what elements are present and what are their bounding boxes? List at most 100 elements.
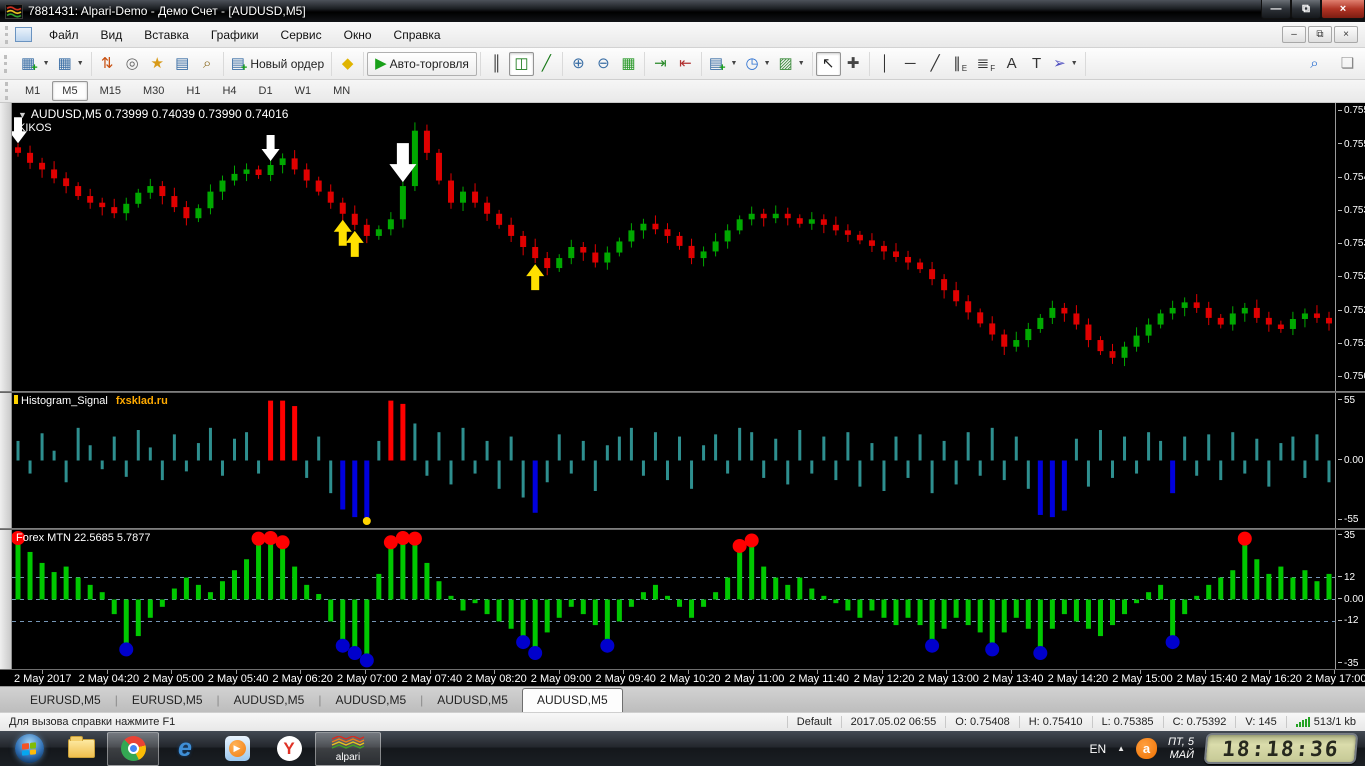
restore-button[interactable]: ⧉	[1291, 0, 1321, 19]
menu-Вставка[interactable]: Вставка	[133, 23, 200, 47]
media-player-icon: ▶	[225, 736, 250, 761]
close-button[interactable]: ×	[1321, 0, 1365, 19]
tile-windows-button[interactable]: ▦	[616, 52, 641, 76]
chart-tab-5[interactable]: AUDUSD,M5	[522, 688, 623, 712]
candlestick-chart-button[interactable]: ◫	[509, 52, 534, 76]
chevron-down-icon: ▼	[764, 60, 771, 67]
taskbar-yandex[interactable]: Y	[263, 732, 315, 766]
timeframe-D1[interactable]: D1	[249, 81, 283, 101]
trendline-button[interactable]: ╱	[923, 52, 948, 76]
chart-tab-0[interactable]: EURUSD,M5	[16, 689, 115, 712]
chart-shift-button[interactable]: ⇤	[673, 52, 698, 76]
tray-expand-icon[interactable]: ▲	[1117, 744, 1125, 753]
arrows-tool-button[interactable]: ➢▼	[1049, 52, 1082, 76]
child-close-button[interactable]: ×	[1334, 26, 1358, 43]
cursor-button[interactable]: ↖	[816, 52, 841, 76]
play-icon: ▶	[229, 740, 246, 757]
new-chart-button[interactable]: ▦+▼	[17, 52, 54, 76]
toolbar-drag-handle[interactable]	[4, 55, 9, 73]
timeframe-W1[interactable]: W1	[285, 81, 322, 101]
market-watch-button[interactable]: ⇅	[95, 52, 120, 76]
chart-tab-4[interactable]: AUDUSD,M5	[423, 689, 522, 712]
crosshair-button[interactable]: ✚	[841, 52, 866, 76]
panel-splitter[interactable]	[0, 391, 1365, 393]
histogram-signal-label: Histogram_Signalfxsklad.ru	[14, 395, 168, 407]
minimize-button[interactable]: —	[1261, 0, 1291, 19]
histogram-signal-panel: Histogram_Signalfxsklad.ru	[12, 393, 1335, 528]
timeframe-H1[interactable]: H1	[176, 81, 210, 101]
timeframe-M5[interactable]: M5	[52, 81, 87, 101]
horizontal-line-button[interactable]: ─	[898, 52, 923, 76]
autotrade-button[interactable]: ▶Авто-торговля	[367, 52, 477, 76]
taskbar-wmp[interactable]: ▶	[211, 732, 263, 766]
child-restore-button[interactable]: ⧉	[1308, 26, 1332, 43]
chevron-down-icon: ▼	[798, 60, 805, 67]
timeframe-M1[interactable]: M1	[15, 81, 50, 101]
timeframe-drag-handle[interactable]	[5, 82, 10, 100]
tray-date[interactable]: ПТ, 5 МАЙ	[1168, 736, 1194, 761]
menu-Сервис[interactable]: Сервис	[270, 23, 333, 47]
language-indicator[interactable]: EN	[1089, 742, 1106, 756]
toolbar-group: ║◫╱	[481, 52, 563, 76]
vertical-line-button[interactable]: │	[873, 52, 898, 76]
templates-button[interactable]: ▨▼	[775, 52, 809, 76]
time-label: 2 May 04:20	[79, 673, 140, 685]
fibonacci-button[interactable]: ≣F	[973, 52, 999, 76]
timeframe-M30[interactable]: M30	[133, 81, 174, 101]
zoom-out-button[interactable]: ⊖	[591, 52, 616, 76]
menu-Окно[interactable]: Окно	[333, 23, 383, 47]
line-chart-button[interactable]: ╱	[534, 52, 559, 76]
taskbar-ie[interactable]: e	[159, 732, 211, 766]
search-icon: ⌕	[1310, 56, 1318, 71]
timeframe-H4[interactable]: H4	[212, 81, 246, 101]
avast-tray-icon[interactable]: a	[1136, 738, 1157, 759]
chart-tab-3[interactable]: AUDUSD,M5	[321, 689, 420, 712]
search-button[interactable]: ⌕	[1302, 52, 1327, 76]
brand-link[interactable]: fxsklad.ru	[116, 395, 168, 407]
taskbar-explorer[interactable]	[55, 732, 107, 766]
navigator-button[interactable]: ★	[145, 52, 170, 76]
periods-button[interactable]: ◷▼	[741, 52, 774, 76]
forex-mtn-chart[interactable]	[12, 530, 1335, 669]
taskbar-alpari[interactable]: alpari	[315, 732, 381, 766]
profiles-button[interactable]: ▦▼	[54, 52, 88, 76]
status-profile[interactable]: Default	[787, 716, 841, 728]
child-minimize-button[interactable]: –	[1282, 26, 1306, 43]
chart-tab-1[interactable]: EURUSD,M5	[118, 689, 217, 712]
bar-chart-button[interactable]: ║	[484, 52, 509, 76]
metaeditor-button[interactable]: ◆	[335, 52, 360, 76]
menu-Файл[interactable]: Файл	[38, 23, 90, 47]
tray-clock[interactable]: 18:18:36	[1204, 733, 1359, 764]
new-order-button[interactable]: ▤+Новый ордер	[227, 52, 328, 76]
time-axis[interactable]: 2 May 20172 May 04:202 May 05:002 May 05…	[0, 669, 1365, 686]
panel-splitter[interactable]	[0, 528, 1365, 530]
sub-letter: E	[962, 64, 967, 73]
chat-button[interactable]: ❏	[1335, 52, 1360, 76]
equidistant-channel-button[interactable]: ∥E	[948, 52, 973, 76]
text-button[interactable]: A	[999, 52, 1024, 76]
main-price-chart[interactable]	[12, 103, 1335, 391]
symbol-collapse-icon[interactable]: ▼	[18, 110, 27, 120]
time-label: 2 May 14:20	[1048, 673, 1109, 685]
text-label-button[interactable]: T	[1024, 52, 1049, 76]
timeframe-M15[interactable]: M15	[90, 81, 131, 101]
taskbar-start[interactable]	[3, 732, 55, 766]
taskbar-chrome[interactable]	[107, 732, 159, 766]
zoom-in-button[interactable]: ⊕	[566, 52, 591, 76]
menu-Графики[interactable]: Графики	[200, 23, 270, 47]
auto-scroll-button[interactable]: ⇥	[648, 52, 673, 76]
vertical-line-icon: │	[880, 56, 889, 71]
toolbar-drag-handle[interactable]	[5, 26, 10, 44]
menu-Вид[interactable]: Вид	[90, 23, 134, 47]
terminal-button[interactable]: ▤	[170, 52, 195, 76]
indicators-button[interactable]: ▤+▼	[705, 52, 742, 76]
chart-tab-2[interactable]: AUDUSD,M5	[220, 689, 319, 712]
toolbar: ▦+▼▦▼⇅◎★▤⌕▤+Новый ордер◆▶Авто-торговля║◫…	[0, 48, 1365, 80]
timeframe-MN[interactable]: MN	[323, 81, 360, 101]
data-window-button[interactable]: ◎	[120, 52, 145, 76]
menu-bar: ФайлВидВставкаГрафикиСервисОкноСправка –…	[0, 22, 1365, 48]
strategy-tester-button[interactable]: ⌕	[195, 52, 220, 76]
histogram-signal-chart[interactable]	[12, 393, 1335, 528]
timeframe-bar: M1M5M15M30H1H4D1W1MN	[0, 80, 1365, 103]
menu-Справка[interactable]: Справка	[383, 23, 452, 47]
